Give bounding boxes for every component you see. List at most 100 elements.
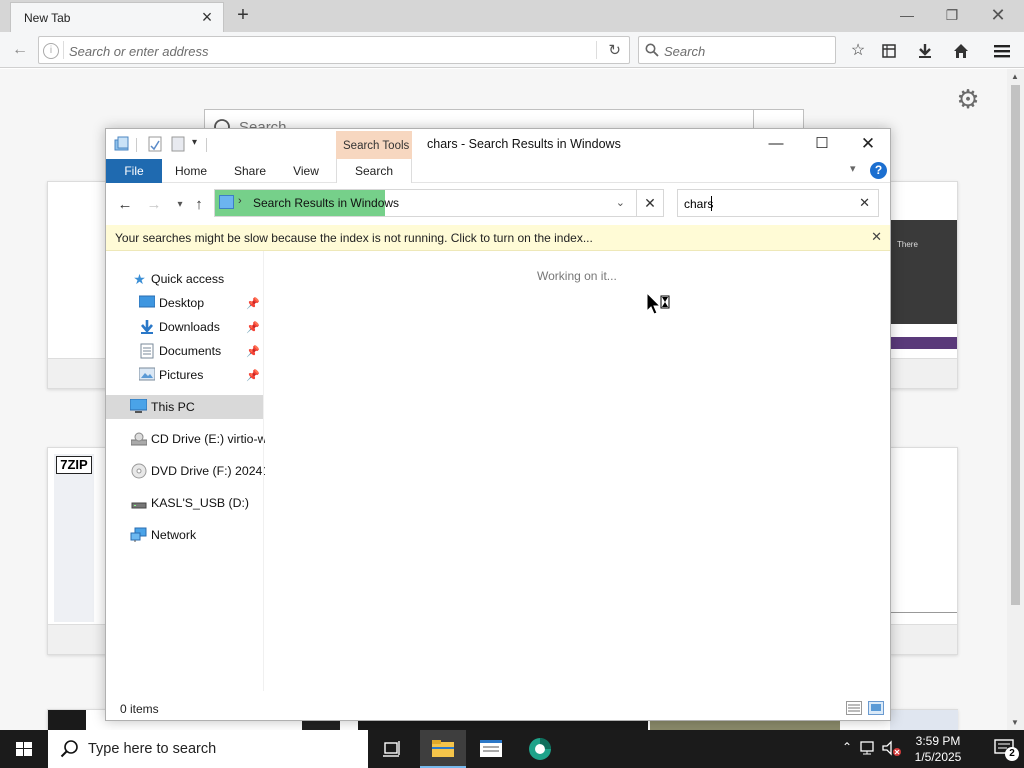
explorer-title-bar: ▾ Search Tools chars - Search Results in…: [106, 129, 890, 161]
top-site-tile[interactable]: [47, 181, 109, 389]
nav-desktop[interactable]: Desktop 📌: [106, 291, 263, 315]
network-icon: [130, 527, 147, 543]
tab-home[interactable]: Home: [166, 159, 216, 183]
search-icon: [645, 43, 659, 57]
top-site-tile[interactable]: [890, 447, 958, 655]
address-bar[interactable]: › Search Results in Windows ⌄: [214, 189, 664, 217]
action-center-button[interactable]: 2: [984, 730, 1024, 768]
network-icon[interactable]: [860, 740, 878, 756]
navigation-toolbar: ← i Search or enter address ↻ Search ☆: [0, 32, 1024, 68]
ribbon-tabs: File Home Share View Search ▾ ?: [106, 159, 890, 183]
new-tab-plus-icon[interactable]: +: [232, 4, 254, 26]
nav-this-pc[interactable]: This PC: [106, 395, 263, 419]
7zip-logo: 7ZIP: [56, 456, 92, 474]
start-button[interactable]: [0, 730, 48, 768]
close-icon[interactable]: ✕: [846, 131, 890, 157]
nav-quick-access[interactable]: ★ Quick access: [106, 267, 263, 291]
taskbar-file-explorer[interactable]: [420, 730, 466, 768]
maximize-icon[interactable]: ☐: [800, 131, 844, 157]
task-view-icon: [383, 741, 400, 757]
file-explorer-window: ▾ Search Tools chars - Search Results in…: [105, 128, 891, 721]
gear-icon[interactable]: ⚙: [954, 85, 982, 113]
up-arrow-icon[interactable]: ↑: [189, 195, 209, 215]
results-pane[interactable]: Working on it...: [265, 251, 890, 691]
reload-icon[interactable]: ↻: [608, 41, 621, 59]
help-icon[interactable]: ?: [870, 162, 887, 179]
home-icon[interactable]: [950, 40, 972, 62]
nav-cd-drive[interactable]: CD Drive (E:) virtio-w: [106, 427, 266, 451]
tab-search[interactable]: Search: [336, 159, 412, 183]
large-icons-view-icon[interactable]: [868, 701, 884, 715]
taskbar-app[interactable]: [468, 730, 514, 768]
close-icon[interactable]: ✕: [978, 2, 1018, 28]
downloads-icon: [138, 319, 155, 335]
address-dropdown-icon[interactable]: ⌄: [616, 196, 625, 209]
tab-bar: New Tab × + — ❐ ✕: [0, 0, 1024, 32]
search-input[interactable]: chars ✕: [677, 189, 879, 217]
tab-view[interactable]: View: [282, 159, 330, 183]
expand-ribbon-icon[interactable]: ▾: [850, 162, 856, 175]
download-icon[interactable]: [914, 40, 936, 62]
index-info-bar[interactable]: Your searches might be slow because the …: [106, 225, 890, 251]
nav-documents[interactable]: Documents 📌: [106, 339, 263, 363]
pin-icon[interactable]: 📌: [246, 297, 260, 310]
pin-icon[interactable]: 📌: [246, 369, 260, 382]
page-scrollbar[interactable]: ▲ ▼: [1007, 69, 1024, 730]
address-bar[interactable]: i Search or enter address ↻: [38, 36, 630, 64]
windows-logo-icon: [16, 742, 32, 756]
restore-icon[interactable]: ❐: [932, 2, 972, 28]
details-view-icon[interactable]: [846, 701, 862, 715]
pictures-icon: [138, 367, 155, 383]
bookmark-star-icon[interactable]: ☆: [847, 40, 869, 62]
clear-search-icon[interactable]: ✕: [859, 195, 870, 211]
back-arrow-icon[interactable]: ←: [8, 38, 32, 62]
show-hidden-icons-icon[interactable]: ⌃: [842, 740, 852, 754]
top-site-tile-7zip[interactable]: 7ZIP: [47, 447, 109, 655]
busy-cursor-icon: [646, 292, 670, 315]
taskbar-browser[interactable]: [517, 730, 563, 768]
nav-pictures[interactable]: Pictures 📌: [106, 363, 263, 387]
taskbar-search-placeholder: Type here to search: [88, 741, 217, 757]
taskbar-search-box[interactable]: Type here to search: [48, 730, 368, 768]
pin-icon[interactable]: 📌: [246, 321, 260, 334]
info-bar-message[interactable]: Your searches might be slow because the …: [115, 231, 593, 245]
tab-file[interactable]: File: [106, 159, 162, 183]
menu-icon[interactable]: [991, 40, 1013, 62]
tab-new-tab[interactable]: New Tab ×: [10, 2, 224, 32]
top-site-tile[interactable]: There: [890, 181, 958, 389]
back-arrow-icon[interactable]: ←: [115, 195, 135, 215]
desktop-icon: [138, 295, 155, 311]
recent-locations-icon[interactable]: ▾: [170, 195, 190, 215]
nav-downloads[interactable]: Downloads 📌: [106, 315, 263, 339]
search-placeholder: Search: [664, 44, 706, 59]
task-view-button[interactable]: [370, 730, 416, 768]
volume-muted-icon[interactable]: [882, 740, 902, 758]
forward-arrow-icon[interactable]: →: [144, 195, 164, 215]
minimize-icon[interactable]: —: [754, 131, 798, 157]
folder-icon: [114, 136, 129, 151]
search-results-icon: [219, 195, 234, 209]
scrollbar-thumb[interactable]: [1011, 85, 1020, 605]
properties-icon[interactable]: [148, 136, 164, 152]
reading-list-icon[interactable]: [878, 40, 900, 62]
tab-close-icon[interactable]: ×: [197, 7, 217, 27]
minimize-icon[interactable]: —: [887, 2, 927, 28]
nav-network[interactable]: Network: [106, 523, 263, 547]
new-folder-icon[interactable]: [171, 136, 187, 152]
window-title: chars - Search Results in Windows: [427, 137, 621, 151]
pin-icon[interactable]: 📌: [246, 345, 260, 358]
breadcrumb-separator-icon[interactable]: ›: [238, 195, 242, 207]
nav-usb-drive[interactable]: KASL'S_USB (D:): [106, 491, 263, 515]
close-info-bar-icon[interactable]: ✕: [871, 229, 882, 245]
breadcrumb-search-results[interactable]: Search Results in Windows: [253, 196, 399, 210]
stop-search-button[interactable]: ✕: [636, 189, 664, 217]
item-count: 0 items: [120, 702, 159, 716]
tab-share[interactable]: Share: [224, 159, 276, 183]
search-bar[interactable]: Search: [638, 36, 836, 64]
customize-quick-access-icon[interactable]: ▾: [192, 137, 197, 148]
file-explorer-icon: [432, 740, 454, 757]
search-icon: [60, 740, 78, 758]
nav-dvd-drive[interactable]: DVD Drive (F:) 202412: [106, 459, 276, 483]
working-status: Working on it...: [537, 269, 617, 283]
clock[interactable]: 3:59 PM 1/5/2025: [903, 733, 973, 765]
